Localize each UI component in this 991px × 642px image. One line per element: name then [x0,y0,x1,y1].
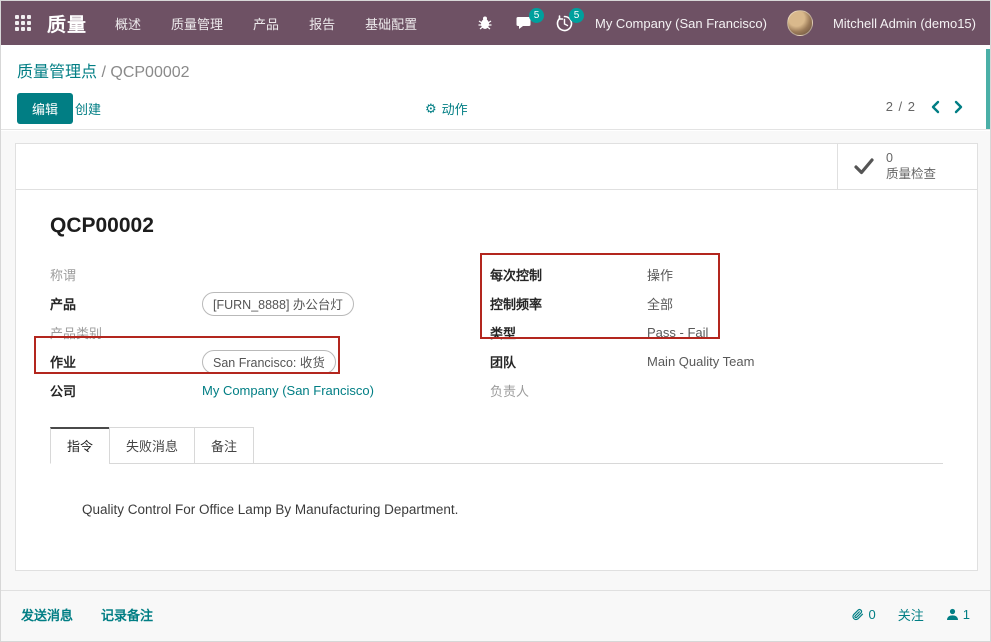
follower-person-icon [946,608,959,621]
field-row-control-frequency: 控制频率 全部 [490,289,943,318]
user-menu[interactable]: Mitchell Admin (demo15) [833,16,976,31]
pager-previous-icon[interactable] [930,100,940,114]
field-label: 公司 [50,381,202,400]
breadcrumb-parent[interactable]: 质量管理点 [17,64,97,81]
menu-quality-control[interactable]: 质量管理 [171,1,223,46]
control-panel: 质量管理点 / QCP00002 编辑 创建 ⚙ 动作 2 / 2 [1,45,990,130]
app-brand[interactable]: 质量 [47,10,87,37]
tab-failure-message[interactable]: 失败消息 [109,427,195,464]
field-row-product-category: 产品类别 [50,318,490,347]
sheet-body: QCP00002 称谓 产品 [FURN_8888] 办公台灯 产品类别 [16,190,977,517]
scrollbar-thumb[interactable] [986,49,990,129]
operation-tag[interactable]: San Francisco: 收货 [202,350,336,374]
field-value: Pass - Fail [647,325,708,340]
debug-bug-icon[interactable] [475,13,495,33]
send-message-button[interactable]: 发送消息 [21,605,73,624]
field-row-operation: 作业 San Francisco: 收货 [50,347,490,376]
apps-grid-icon[interactable] [15,15,31,31]
pager: 2 / 2 [886,99,964,114]
edit-button[interactable]: 编辑 [17,93,73,124]
quality-checks-count: 0 [886,151,936,167]
field-row-responsible: 负责人 [490,376,943,405]
form-sheet: 0 质量检查 QCP00002 称谓 产品 [FURN_ [15,143,978,571]
instructions-text: Quality Control For Office Lamp By Manuf… [50,464,943,517]
left-column: 称谓 产品 [FURN_8888] 办公台灯 产品类别 作业 [50,260,490,405]
action-label: 动作 [442,99,468,118]
followers-count: 1 [963,607,970,622]
menu-products[interactable]: 产品 [253,1,279,46]
tab-notes[interactable]: 备注 [194,427,254,464]
follow-button[interactable]: 关注 [898,605,924,624]
field-row-company: 公司 My Company (San Francisco) [50,376,490,405]
field-label: 控制频率 [490,294,647,313]
field-label: 每次控制 [490,265,647,284]
activity-clock-icon[interactable]: 5 [555,13,575,33]
menu-configuration[interactable]: 基础配置 [365,1,417,46]
menu-reporting[interactable]: 报告 [309,1,335,46]
field-label: 团队 [490,352,647,371]
field-row-control-per: 每次控制 操作 [490,260,943,289]
top-navbar: 质量 概述 质量管理 产品 报告 基础配置 5 5 My Company (Sa… [1,1,990,45]
field-grid: 称谓 产品 [FURN_8888] 办公台灯 产品类别 作业 [50,260,943,405]
field-label: 产品类别 [50,323,202,342]
field-label: 产品 [50,294,202,313]
pager-next-icon[interactable] [954,100,964,114]
navbar-right: 5 5 My Company (San Francisco) Mitchell … [475,10,976,36]
check-icon [854,158,874,175]
field-label: 负责人 [490,381,647,400]
tab-instructions[interactable]: 指令 [50,427,110,464]
user-avatar[interactable] [787,10,813,36]
field-label: 称谓 [50,265,202,284]
field-label: 作业 [50,352,202,371]
field-row-product: 产品 [FURN_8888] 办公台灯 [50,289,490,318]
company-link[interactable]: My Company (San Francisco) [202,383,374,398]
field-row-team: 团队 Main Quality Team [490,347,943,376]
field-row-title: 称谓 [50,260,490,289]
quality-checks-smart-button[interactable]: 0 质量检查 [837,144,977,189]
action-menu[interactable]: ⚙ 动作 [425,99,468,118]
field-value: 操作 [647,265,673,284]
field-value: 全部 [647,294,673,313]
field-row-type: 类型 Pass - Fail [490,318,943,347]
main-menu: 概述 质量管理 产品 报告 基础配置 [115,1,417,46]
tab-bar: 指令 失败消息 备注 [50,427,943,464]
paperclip-icon [851,608,865,622]
menu-overview[interactable]: 概述 [115,1,141,46]
followers-button[interactable]: 1 [946,607,970,622]
company-switcher[interactable]: My Company (San Francisco) [595,16,767,31]
content-area: 0 质量检查 QCP00002 称谓 产品 [FURN_ [1,131,990,641]
quality-checks-label: 质量检查 [886,167,936,183]
activity-badge: 5 [569,8,584,23]
right-column: 每次控制 操作 控制频率 全部 类型 Pass - Fail 团队 [490,260,943,405]
quality-control-point-page: 质量 概述 质量管理 产品 报告 基础配置 5 5 My Company (Sa… [0,0,991,642]
gear-icon: ⚙ [425,102,437,115]
pager-count: 2 / 2 [886,99,916,114]
attachments-count: 0 [869,607,876,622]
button-box: 0 质量检查 [16,144,977,190]
attachments-button[interactable]: 0 [851,607,876,622]
messages-icon[interactable]: 5 [515,13,535,33]
log-note-button[interactable]: 记录备注 [101,605,153,624]
field-value: Main Quality Team [647,354,754,369]
create-button[interactable]: 创建 [75,99,101,118]
chatter-right: 0 关注 1 [851,605,970,624]
chatter: 发送消息 记录备注 0 关注 1 [1,590,990,624]
breadcrumb-current: QCP00002 [110,64,189,81]
messages-badge: 5 [529,8,544,23]
record-title: QCP00002 [50,214,943,238]
notebook: 指令 失败消息 备注 Quality Control For Office La… [50,427,943,517]
breadcrumb: 质量管理点 / QCP00002 [17,58,190,82]
field-label: 类型 [490,323,647,342]
product-tag[interactable]: [FURN_8888] 办公台灯 [202,292,354,316]
